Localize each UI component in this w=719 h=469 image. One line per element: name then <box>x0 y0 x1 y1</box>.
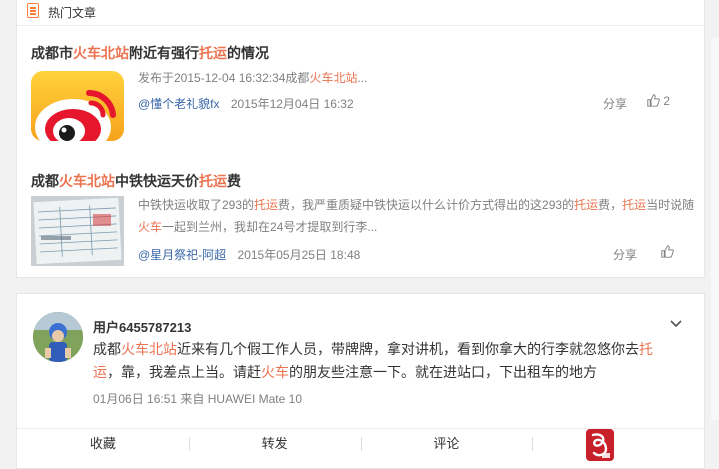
post-text-segment: 成都 <box>93 341 121 357</box>
title-text: 成都市 <box>31 45 73 61</box>
excerpt-text: 费，我严重质疑中铁快运以什么计价方式得出的这293的 <box>278 198 575 212</box>
like-button[interactable]: 2 <box>647 94 670 108</box>
title-text: 的情况 <box>227 45 269 61</box>
excerpt-text: 一起到兰州，我却在24号才提取到行李... <box>162 220 378 234</box>
title-highlight: 托运 <box>199 173 227 189</box>
excerpt-text: 发布于2015-12-04 16:32:34成都 <box>138 71 310 85</box>
thumbs-up-icon <box>661 245 674 258</box>
comment-button[interactable]: 评论 <box>360 429 533 468</box>
post-text-highlight: 火车北站 <box>121 341 177 357</box>
excerpt-highlight: 火车 <box>138 220 163 234</box>
post-text-segment: ，靠，我差点上当。请赶 <box>107 364 261 380</box>
author-link[interactable]: @懂个老礼貌fx <box>138 97 220 111</box>
post-text-highlight: 火车 <box>261 364 289 380</box>
excerpt-highlight: 托运 <box>622 198 647 212</box>
article-date: 2015年12月04日 16:32 <box>230 97 354 111</box>
card-header: 热门文章 <box>17 0 704 26</box>
title-text: 中铁快运天价 <box>115 173 199 189</box>
post-source: 来自 HUAWEI Mate 10 <box>180 392 302 406</box>
article-icon <box>27 3 39 18</box>
username[interactable]: 用户6455787213 <box>93 317 191 336</box>
post-timestamp[interactable]: 01月06日 16:51 <box>93 392 177 406</box>
author-link[interactable]: @星月祭祀-阿超 <box>138 248 226 262</box>
article-item[interactable]: 成都火车北站中铁快运天价托运费 中铁快运收取了293的托运费，我严重质疑中铁快运… <box>17 156 704 276</box>
excerpt-text: 当时说随 <box>646 198 695 212</box>
article-excerpt: 发布于2015-12-04 16:32:34成都火车北站... <box>138 67 367 89</box>
scrollbar[interactable] <box>711 38 719 420</box>
post-text: 成都火车北站近来有几个假工作人员，带牌牌，拿对讲机，看到你拿大的行李就忽悠你去托… <box>93 338 653 384</box>
article-meta: @懂个老礼貌fx 2015年12月04日 16:32 <box>138 95 354 112</box>
excerpt-text: ... <box>357 71 368 85</box>
weibo-logo-thumbnail[interactable] <box>31 71 124 141</box>
post-meta: 01月06日 16:51 来自 HUAWEI Mate 10 <box>93 390 302 407</box>
title-highlight: 托运 <box>199 45 227 61</box>
title-highlight: 火车北站 <box>59 173 115 189</box>
post-text-segment: 的朋友些注意一下。就在进站口，下出租车的地方 <box>289 364 597 380</box>
article-excerpt: 中铁快运收取了293的托运费，我严重质疑中铁快运以什么计价方式得出的这293的托… <box>138 194 698 238</box>
watermark-logo-icon <box>586 429 614 461</box>
article-meta: @星月祭祀-阿超 2015年05月25日 18:48 <box>138 246 360 263</box>
hot-articles-card: 热门文章 成都市火车北站附近有强行托运的情况 发布于2015-12-04 16:… <box>16 0 705 278</box>
receipt-thumbnail[interactable] <box>31 196 124 266</box>
title-text: 费 <box>227 173 241 189</box>
article-title[interactable]: 成都市火车北站附近有强行托运的情况 <box>31 43 269 63</box>
card-title: 热门文章 <box>48 6 97 20</box>
avatar[interactable] <box>33 312 83 362</box>
excerpt-highlight: 托运 <box>574 198 599 212</box>
title-text: 成都 <box>31 173 59 189</box>
chevron-down-icon[interactable] <box>669 316 683 330</box>
excerpt-highlight: 托运 <box>254 198 279 212</box>
excerpt-text: 中铁快运收取了293的 <box>138 198 255 212</box>
like-count: 2 <box>663 94 671 108</box>
title-highlight: 火车北站 <box>73 45 129 61</box>
post-text-segment: 近来有几个假工作人员，带牌牌，拿对讲机，看到你拿大的行李就忽悠你去 <box>177 341 639 357</box>
title-text: 附近有强行 <box>129 45 199 61</box>
share-button[interactable]: 分享 <box>603 95 627 112</box>
article-title[interactable]: 成都火车北站中铁快运天价托运费 <box>31 171 241 191</box>
excerpt-highlight: 火车北站 <box>309 71 358 85</box>
favorite-button[interactable]: 收藏 <box>17 429 189 468</box>
repost-button[interactable]: 转发 <box>188 429 361 468</box>
article-item[interactable]: 成都市火车北站附近有强行托运的情况 发布于2015-12-04 16:32:34… <box>17 26 704 156</box>
thumbs-up-icon <box>647 94 660 107</box>
excerpt-text: 费， <box>598 198 623 212</box>
share-button[interactable]: 分享 <box>613 246 637 263</box>
article-date: 2015年05月25日 18:48 <box>237 248 361 262</box>
like-button[interactable] <box>532 429 704 468</box>
like-button[interactable] <box>661 245 674 259</box>
